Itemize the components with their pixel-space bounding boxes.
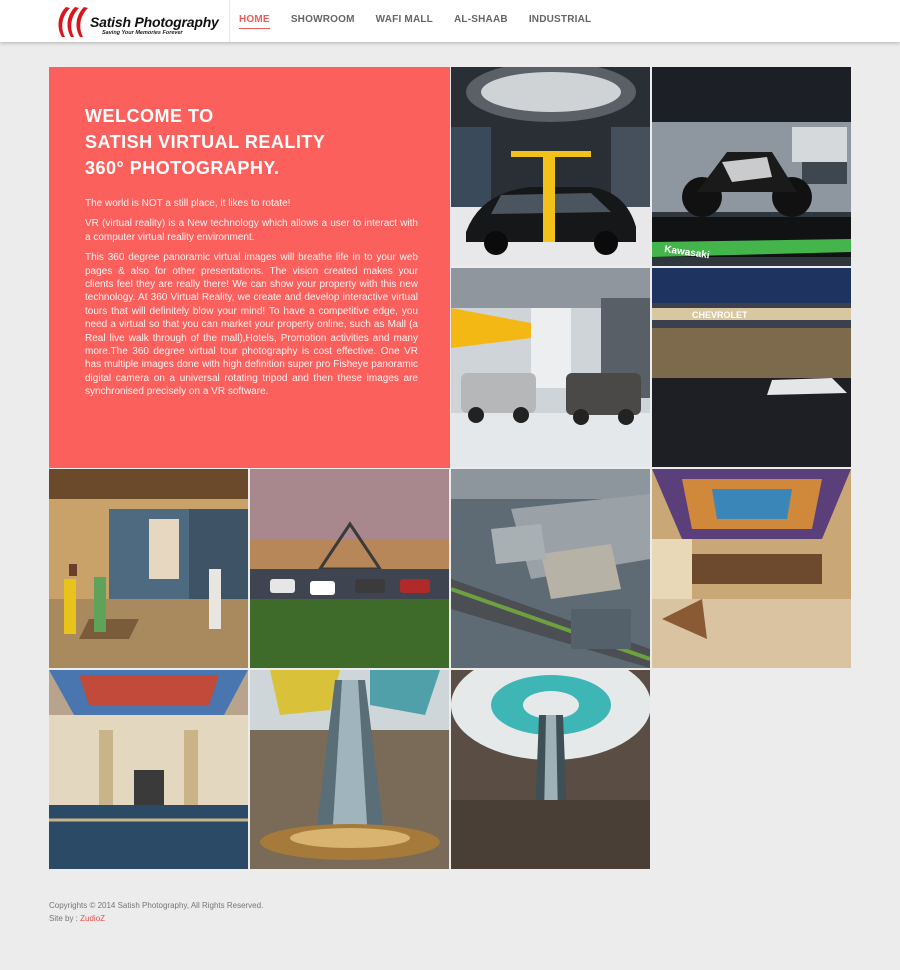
showroom-car-photo (451, 67, 650, 266)
gallery-tile-showroom-suvs[interactable] (451, 268, 650, 467)
gallery-tile-showroom-car[interactable] (451, 67, 650, 266)
showroom-suvs-photo (451, 268, 650, 467)
site-by-label: Site by : (49, 914, 78, 923)
site-by-link[interactable]: ZudioZ (80, 914, 105, 923)
welcome-paragraph: This 360 degree panoramic virtual images… (85, 252, 418, 398)
wafi-atrium-photo (652, 469, 851, 668)
al-shaab-dusk-photo (250, 469, 449, 668)
site-by-line: Site by : ZudioZ (49, 912, 263, 925)
wafi-hall-photo (49, 670, 248, 869)
gallery-tile-crystal-tower[interactable] (250, 670, 449, 869)
main-nav: HOME SHOWROOM WAFI MALL AL-SHAAB INDUSTR… (239, 0, 612, 42)
welcome-heading-line: WELCOME TO (85, 106, 214, 126)
mall-shoppers-photo (49, 469, 248, 668)
gallery-tile-wafi-hall[interactable] (49, 670, 248, 869)
copyright-text: Copyrights © 2014 Satish Photography, Al… (49, 901, 264, 910)
gallery-tile-al-shaab-dusk[interactable] (250, 469, 449, 668)
gallery-tile-wafi-atrium[interactable] (652, 469, 851, 668)
glass-dome-photo (451, 670, 650, 869)
nav-showroom[interactable]: SHOWROOM (291, 0, 355, 42)
showroom-motorcycle-photo: Kawasaki (652, 67, 851, 266)
welcome-paragraph: The world is NOT a still place, it likes… (85, 198, 291, 209)
nav-al-shaab[interactable]: AL-SHAAB (454, 0, 508, 42)
site-logo[interactable]: Satish Photography Saving Your Memories … (52, 5, 228, 39)
welcome-heading-line: SATISH VIRTUAL REALITY (85, 132, 326, 152)
site-footer: Copyrights © 2014 Satish Photography, Al… (49, 899, 263, 925)
nav-wafi-mall[interactable]: WAFI MALL (376, 0, 433, 42)
chevrolet-building-photo: CHEVROLET (652, 268, 851, 467)
site-header: Satish Photography Saving Your Memories … (0, 0, 900, 42)
header-divider (229, 0, 230, 42)
gallery-tile-chevrolet-night[interactable]: CHEVROLET (652, 268, 851, 467)
nav-home[interactable]: HOME (239, 0, 270, 42)
welcome-heading: WELCOME TO SATISH VIRTUAL REALITY 360° P… (85, 103, 418, 181)
logo-tagline: Saving Your Memories Forever (102, 30, 183, 36)
welcome-heading-line: 360° PHOTOGRAPHY. (85, 158, 280, 178)
gallery-tile-mall-shoppers[interactable] (49, 469, 248, 668)
industrial-aerial-photo (451, 469, 650, 668)
crystal-tower-photo (250, 670, 449, 869)
nav-industrial[interactable]: INDUSTRIAL (529, 0, 592, 42)
logo-title: Satish Photography (90, 14, 219, 30)
gallery-tile-glass-dome[interactable] (451, 670, 650, 869)
gallery-tile-showroom-bike[interactable]: Kawasaki (652, 67, 851, 266)
welcome-paragraph: VR (virtual reality) is a New technology… (85, 218, 418, 243)
welcome-panel: WELCOME TO SATISH VIRTUAL REALITY 360° P… (49, 67, 450, 468)
chevrolet-sign: CHEVROLET (692, 310, 748, 320)
gallery-tile-industrial-aerial[interactable] (451, 469, 650, 668)
